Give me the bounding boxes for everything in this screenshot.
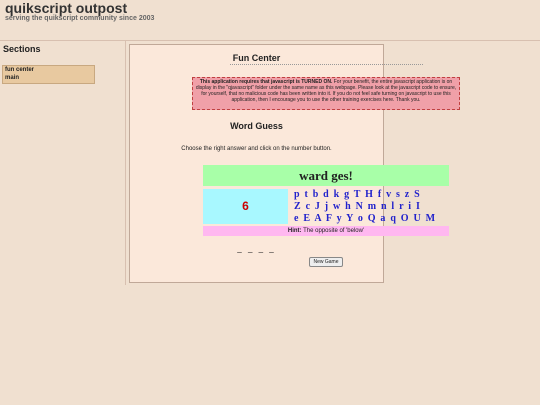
main-content: Fun Center This application requires tha… [129,44,460,283]
letter-row[interactable]: Z c J j w h N m n l r i I [294,201,449,213]
game-banner: ward ges! [203,165,449,186]
site-title[interactable]: quikscript outpost [5,0,127,16]
page-title: Fun Center [232,53,281,63]
sidebar-item-main[interactable]: main [3,74,94,82]
site-tagline: serving the quikscript community since 2… [5,15,155,22]
hint-label: Hint: [287,228,302,234]
game-title: Word Guess [230,121,283,131]
site-header: quikscript outpost serving the quikscrip… [0,0,540,41]
title-divider [230,64,423,65]
sidebar: Sections fun center main [0,40,126,285]
letter-row[interactable]: e E A F y Y o Q a q O U M [294,213,449,225]
game-instructions: Choose the right answer and click on the… [181,146,332,152]
letter-row[interactable]: p t b d k g T H f v s z S [294,189,449,201]
sidebar-heading: Sections [3,44,41,54]
sidebar-nav: fun center main [2,65,95,84]
sidebar-item-fun-center[interactable]: fun center [3,66,94,74]
letter-grid: p t b d k g T H f v s z S Z c J j w h N … [294,189,449,225]
hint-text: The opposite of 'below' [301,228,365,234]
hint-bar: Hint: The opposite of 'below' [203,226,449,236]
new-game-button[interactable]: New Game [309,257,343,267]
word-blanks: _ _ _ _ [237,244,276,253]
javascript-notice: This application requires that javascrip… [192,77,460,110]
tries-left-counter: 6 [203,189,288,224]
